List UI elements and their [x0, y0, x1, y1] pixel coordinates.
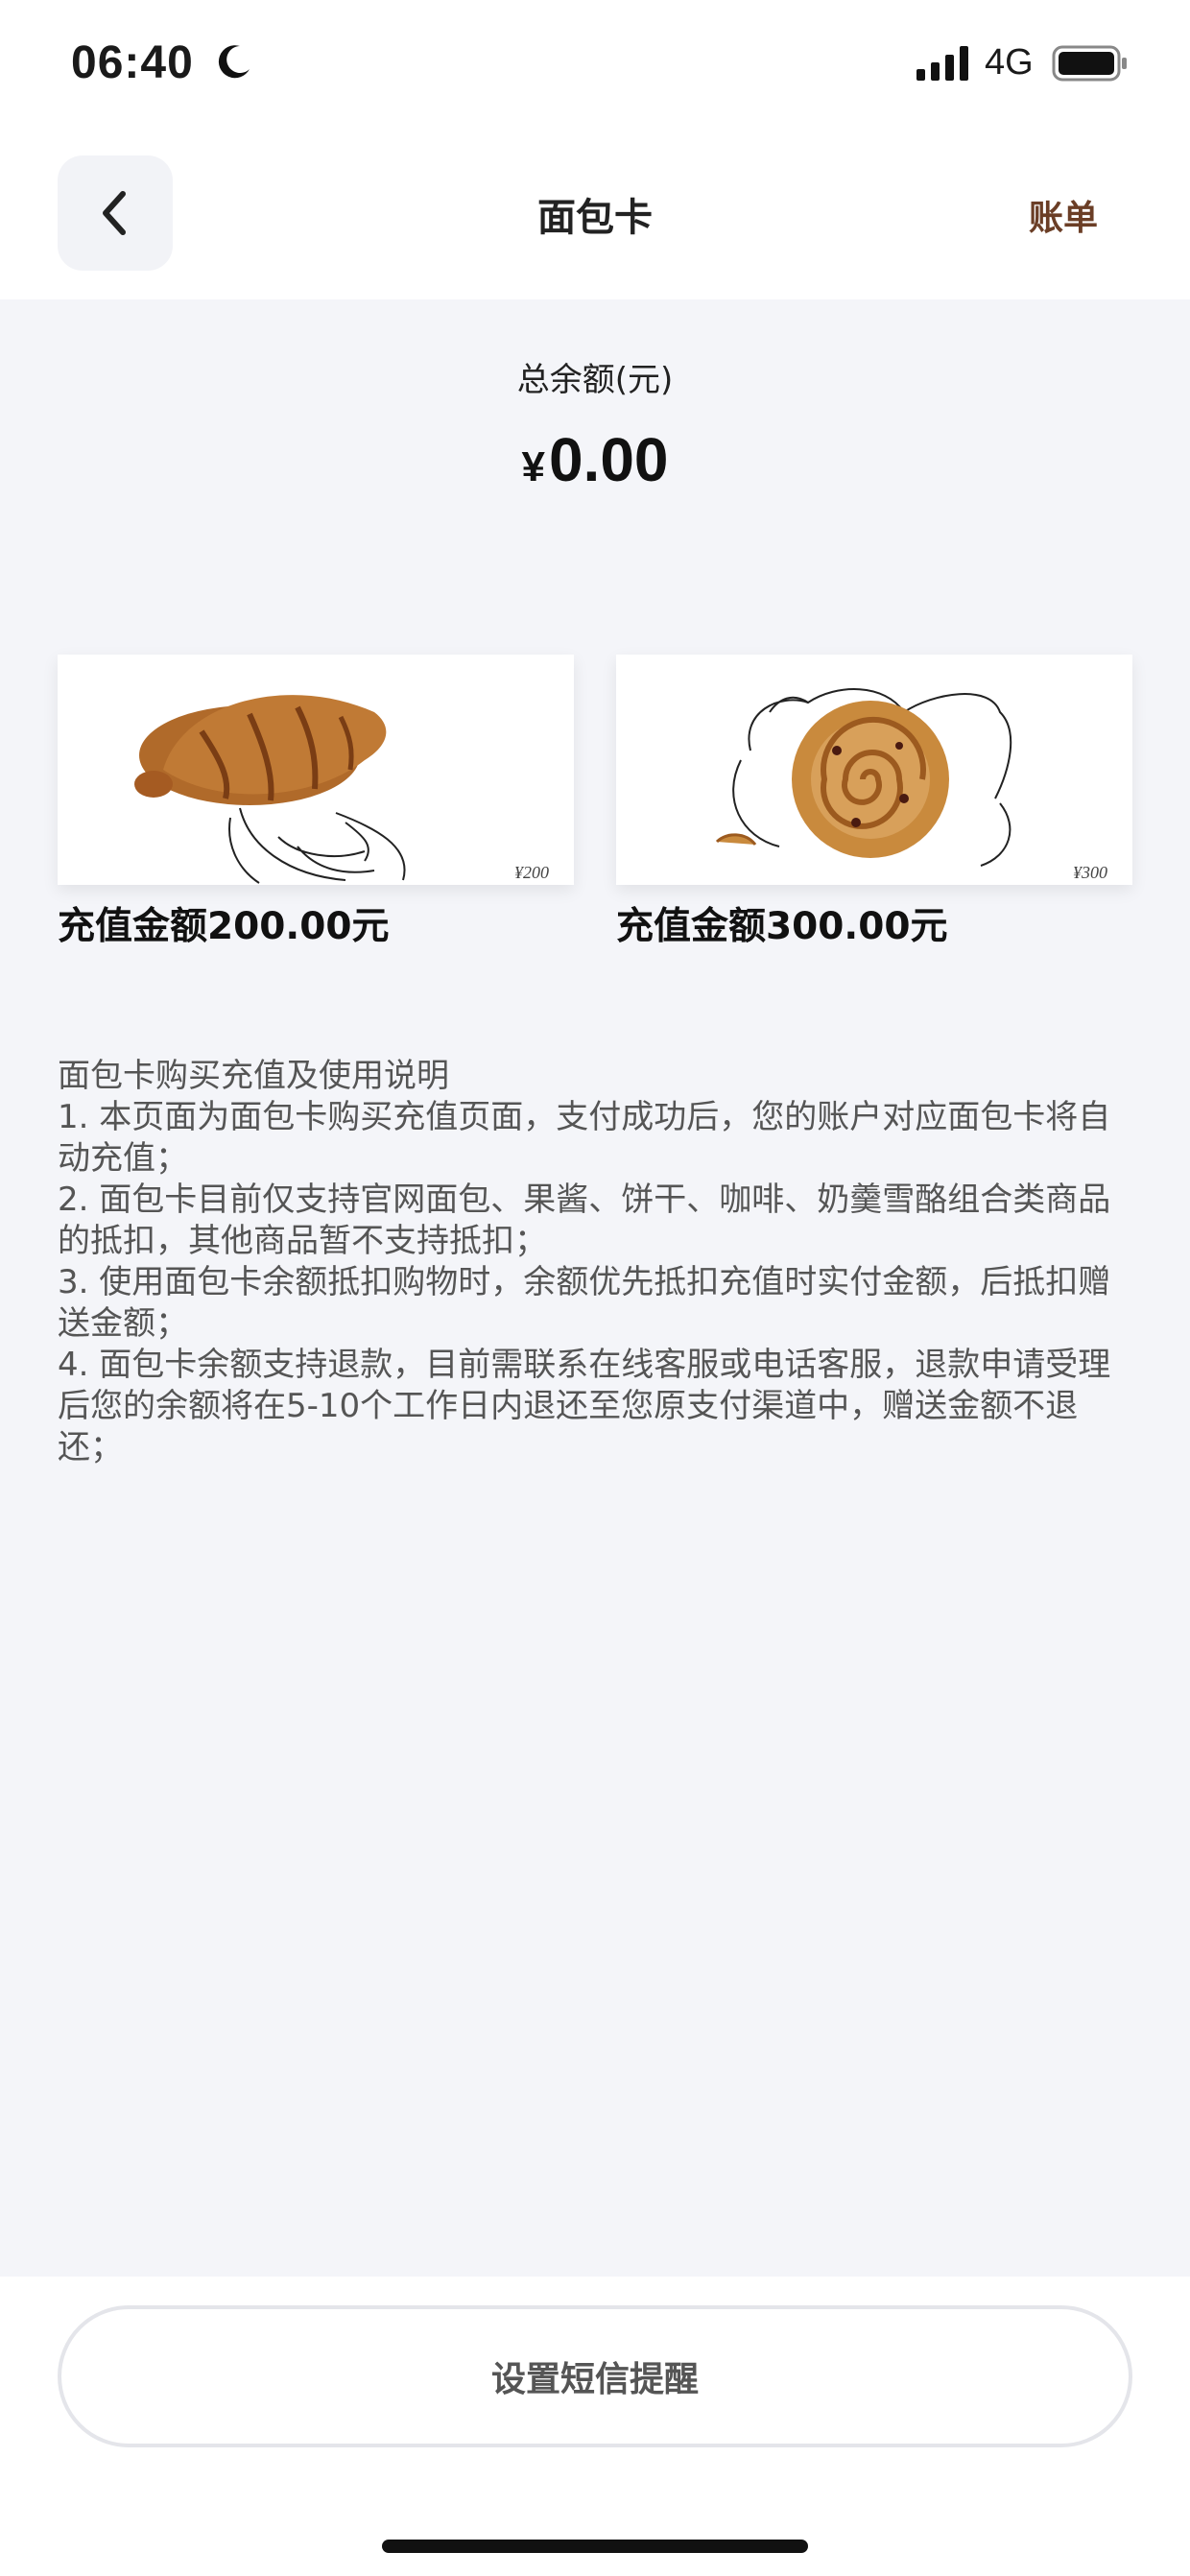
- status-bar: 06:40 4G: [0, 0, 1190, 134]
- moon-icon: [218, 45, 250, 79]
- status-time: 06:40: [71, 37, 194, 88]
- instructions-title: 面包卡购买充值及使用说明: [58, 1057, 449, 1095]
- croissant-illustration: [134, 695, 406, 884]
- croissant-image: ¥200: [58, 655, 574, 885]
- cinnamon-roll-illustration: [715, 688, 1012, 867]
- usage-instructions: 面包卡购买充值及使用说明 1. 本页面为面包卡购买充值页面，支付成功后，您的账户…: [58, 1056, 1132, 1468]
- page-title: 面包卡: [537, 196, 653, 240]
- instruction-item: 2. 面包卡目前仅支持官网面包、果酱、饼干、咖啡、奶羹雪酪组合类商品的抵扣，其他…: [58, 1181, 1111, 1260]
- bill-link[interactable]: 账单: [1029, 190, 1098, 240]
- home-indicator: [382, 2540, 808, 2553]
- nav-bar: 面包卡 账单: [0, 134, 1190, 299]
- cinnamon-roll-image: ¥300: [616, 655, 1132, 885]
- instruction-item: 1. 本页面为面包卡购买充值页面，支付成功后，您的账户对应面包卡将自动充值；: [58, 1098, 1111, 1178]
- card-label: 充值金额200.00元: [58, 905, 390, 948]
- sms-reminder-button[interactable]: 设置短信提醒: [58, 2305, 1132, 2447]
- instruction-item: 4. 面包卡余额支持退款，目前需联系在线客服或电话客服，退款申请受理后您的余额将…: [58, 1346, 1111, 1467]
- balance-amount: ¥0.00: [0, 424, 1190, 495]
- balance-label: 总余额(元): [516, 361, 674, 399]
- recharge-card-300[interactable]: ¥300 充值金额300.00元: [616, 655, 1132, 950]
- signal-icon: [916, 46, 968, 81]
- bottom-bar: 设置短信提醒: [0, 2277, 1190, 2576]
- recharge-card-200[interactable]: ¥200 充值金额200.00元: [58, 655, 574, 950]
- balance-value: 0.00: [548, 425, 669, 494]
- price-tag: ¥200: [514, 863, 549, 882]
- card-label: 充值金额300.00元: [616, 905, 948, 948]
- network-label: 4G: [985, 42, 1034, 83]
- main-content: 总余额(元) ¥0.00 ¥200 充值金额200.00元 ¥300 充值金额3…: [0, 299, 1190, 2277]
- currency-symbol: ¥: [521, 443, 545, 490]
- price-tag: ¥300: [1073, 863, 1107, 882]
- instruction-item: 3. 使用面包卡余额抵扣购物时，余额优先抵扣充值时实付金额，后抵扣赠送金额；: [58, 1263, 1111, 1343]
- battery-icon: [1052, 45, 1127, 82]
